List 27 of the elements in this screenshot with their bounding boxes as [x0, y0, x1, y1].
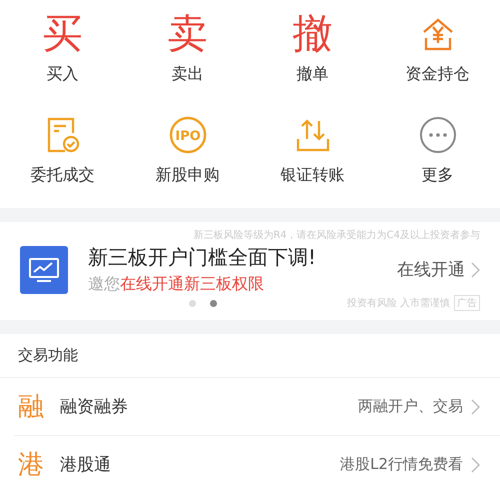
open-online-link[interactable]: 在线开通	[397, 258, 480, 281]
chevron-icon	[471, 398, 480, 414]
glyph-icon: 卖	[168, 10, 208, 58]
chevron-icon	[471, 456, 480, 472]
action-item[interactable]: 资金持仓	[375, 4, 500, 91]
action-item[interactable]: 撤 撤单	[250, 4, 375, 91]
row-detail: 两融开户、交易	[358, 397, 463, 416]
glyph-icon: 港	[18, 447, 60, 482]
glyph-icon: 买	[42, 10, 82, 58]
action-item[interactable]: 更多	[375, 105, 500, 192]
action-item[interactable]: 委托成交	[0, 105, 125, 192]
chart-monitor-icon	[20, 246, 68, 294]
action-item[interactable]: 银证转账	[250, 105, 375, 192]
carousel-dot[interactable]	[210, 300, 218, 306]
action-item[interactable]: IPO 新股申购	[125, 105, 250, 192]
carousel-dot[interactable]	[189, 300, 196, 306]
banner-title: 新三板开户门槛全面下调!	[88, 244, 318, 271]
action-item[interactable]: 买 买入	[0, 4, 125, 91]
row-label: 港股通	[60, 454, 112, 476]
banner-subtitle: 邀您在线开通新三板权限	[88, 274, 265, 295]
action-item[interactable]: 卖 卖出	[125, 4, 250, 91]
chevron-icon	[471, 262, 480, 278]
glyph-icon: 撤	[292, 10, 332, 58]
glyph-icon: 融	[18, 389, 60, 424]
ipo-icon: IPO	[168, 116, 206, 154]
row-label: 融资融券	[60, 396, 129, 418]
row-detail: 港股L2行情免费看	[340, 455, 463, 474]
